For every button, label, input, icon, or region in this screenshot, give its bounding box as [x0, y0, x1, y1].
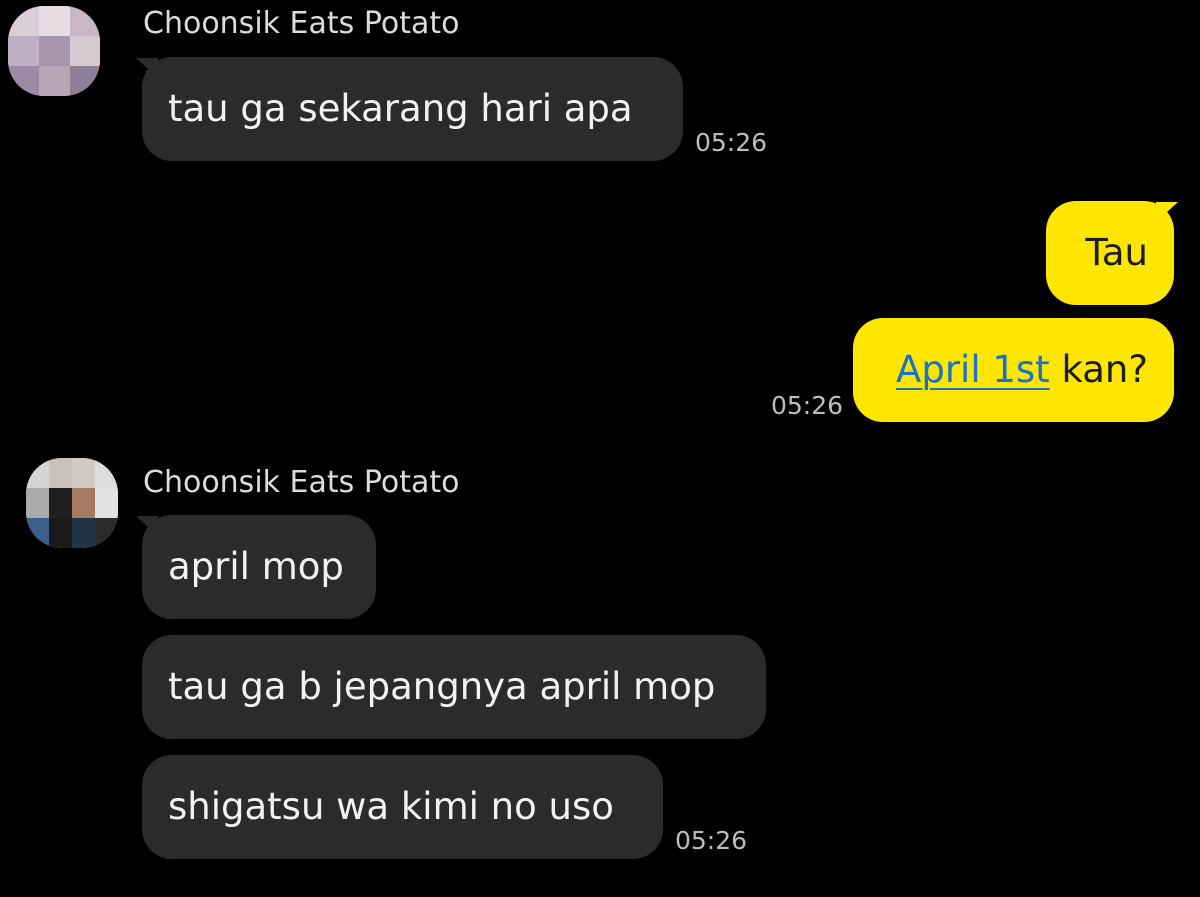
sender-avatar[interactable] — [26, 458, 118, 548]
sender-name: Choonsik Eats Potato — [143, 465, 460, 500]
incoming-message-bubble[interactable]: april mop — [142, 515, 376, 619]
message-timestamp: 05:26 — [771, 391, 844, 420]
date-link[interactable]: April 1st — [896, 348, 1050, 391]
sender-avatar[interactable] — [8, 6, 100, 96]
incoming-message-bubble[interactable]: shigatsu wa kimi no uso — [142, 755, 663, 859]
incoming-message-bubble[interactable]: tau ga b jepangnya april mop — [142, 635, 766, 739]
outgoing-message-bubble[interactable]: April 1st kan? — [853, 318, 1174, 422]
message-timestamp: 05:26 — [695, 128, 768, 157]
message-timestamp: 05:26 — [675, 826, 748, 855]
outgoing-message-bubble[interactable]: Tau — [1046, 201, 1174, 305]
sender-name: Choonsik Eats Potato — [143, 6, 460, 41]
incoming-message-bubble[interactable]: tau ga sekarang hari apa — [142, 57, 683, 161]
message-text: kan? — [1049, 348, 1148, 391]
